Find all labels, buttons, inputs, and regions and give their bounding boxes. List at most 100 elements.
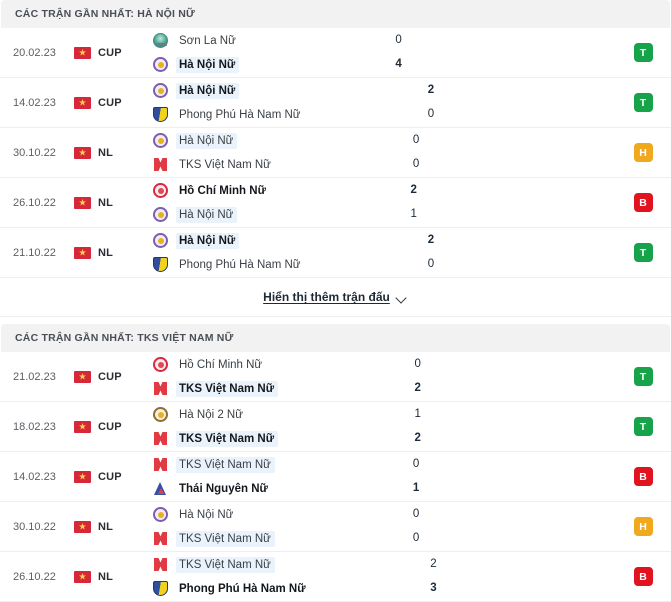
table-row[interactable]: 21.02.23 ★ CUP Hồ Chí Minh Nữ TKS Việt Nam N…: [0, 352, 671, 402]
row-spacer: [520, 452, 615, 501]
team-line-home[interactable]: Hà Nội Nữ: [153, 82, 385, 99]
team-line-away[interactable]: TKS Việt Nam Nữ: [153, 156, 370, 173]
team-line-away[interactable]: TKS Việt Nam Nữ: [153, 530, 370, 547]
team-name-away[interactable]: Hà Nội Nữ: [176, 206, 238, 223]
competition-cell: ★ CUP: [74, 78, 146, 127]
scores-cell: 23: [387, 552, 537, 601]
team-name-away[interactable]: TKS Việt Nam Nữ: [176, 380, 279, 397]
team-line-away[interactable]: Phong Phú Hà Nam Nữ: [153, 256, 385, 273]
table-row[interactable]: 30.10.22 ★ NL Hà Nội Nữ TKS Việt Nam Nữ 0 0 H: [0, 502, 671, 552]
teams-cell: Hà Nội 2 Nữ TKS Việt Nam Nữ: [146, 402, 372, 451]
competition-cell: ★ CUP: [74, 28, 146, 77]
table-row[interactable]: 26.10.22 ★ NL TKS Việt Nam Nữ Phong Phú Hà N…: [0, 552, 671, 602]
vietnam-flag-icon: ★: [74, 146, 91, 159]
team-name-away[interactable]: Phong Phú Hà Nam Nữ: [176, 107, 304, 123]
team-name-away[interactable]: Thái Nguyên Nữ: [176, 481, 272, 497]
row-spacer: [522, 352, 615, 401]
home-score: 2: [430, 558, 437, 570]
result-cell: T: [615, 352, 671, 401]
competition-cell: ★ NL: [74, 502, 146, 551]
result-cell: T: [615, 402, 671, 451]
team-name-home[interactable]: Hồ Chí Minh Nữ: [176, 357, 266, 373]
table-row[interactable]: 30.10.22 ★ NL Hà Nội Nữ TKS Việt Nam Nữ 0 0 H: [0, 128, 671, 178]
away-score: 1: [410, 208, 417, 220]
match-date: 14.02.23: [13, 96, 56, 109]
team-line-away[interactable]: Thái Nguyên Nữ: [153, 480, 370, 497]
team-name-away[interactable]: Phong Phú Hà Nam Nữ: [176, 257, 304, 273]
team-line-home[interactable]: Hà Nội 2 Nữ: [153, 406, 372, 423]
team-name-away[interactable]: Phong Phú Hà Nam Nữ: [176, 581, 310, 597]
team-name-home[interactable]: Hà Nội Nữ: [176, 132, 238, 149]
table-row[interactable]: 26.10.22 ★ NL Hồ Chí Minh Nữ Hà Nội Nữ 2 1 B: [0, 178, 671, 228]
team-name-away[interactable]: TKS Việt Nam Nữ: [176, 430, 279, 447]
status-badge: T: [633, 243, 653, 262]
status-badge: T: [633, 367, 653, 386]
team-name-home[interactable]: Hồ Chí Minh Nữ: [176, 183, 270, 199]
team-line-away[interactable]: Phong Phú Hà Nam Nữ: [153, 106, 385, 123]
table-row[interactable]: 20.02.23 ★ CUP Sơn La Nữ Hà Nội Nữ 0 4 T: [0, 28, 671, 78]
row-spacer: [502, 28, 615, 77]
show-more-row: Hiển thị thêm trận đấu: [0, 278, 671, 317]
competition-cell: ★ NL: [74, 552, 146, 601]
team-line-away[interactable]: TKS Việt Nam Nữ: [153, 430, 372, 447]
matches-section-0: CÁC TRẬN GẦN NHẤT: HÀ NỘI NỮ 20.02.23 ★ CUP…: [0, 0, 671, 324]
team-line-home[interactable]: TKS Việt Nam Nữ: [153, 456, 370, 473]
tks-crest-icon: [153, 531, 168, 546]
sonla-crest-icon: [153, 33, 168, 48]
hcm-crest-icon: [153, 183, 168, 198]
table-row[interactable]: 21.10.22 ★ NL Hà Nội Nữ Phong Phú Hà Nam Nữ 2…: [0, 228, 671, 278]
status-badge: T: [633, 417, 653, 436]
home-score: 0: [412, 134, 420, 146]
team-name-home[interactable]: TKS Việt Nam Nữ: [176, 556, 275, 573]
scores-cell: 21: [367, 178, 517, 227]
hanoi-crest-icon: [153, 57, 168, 72]
status-badge: T: [633, 43, 653, 62]
result-cell: T: [615, 78, 671, 127]
team-line-home[interactable]: Sơn La Nữ: [153, 32, 352, 49]
team-name-home[interactable]: Hà Nội Nữ: [176, 507, 237, 523]
row-spacer: [535, 228, 615, 277]
status-badge: B: [633, 193, 653, 212]
team-name-away[interactable]: Hà Nội Nữ: [176, 56, 240, 73]
vietnam-flag-icon: ★: [74, 96, 91, 109]
vietnam-flag-icon: ★: [74, 520, 91, 533]
away-score: 2: [414, 382, 421, 394]
team-line-home[interactable]: Hà Nội Nữ: [153, 132, 370, 149]
match-date: 26.10.22: [13, 570, 56, 583]
result-cell: T: [615, 228, 671, 277]
team-line-home[interactable]: TKS Việt Nam Nữ: [153, 556, 387, 573]
table-row[interactable]: 14.02.23 ★ CUP TKS Việt Nam Nữ Thái Nguyên N…: [0, 452, 671, 502]
match-date: 30.10.22: [13, 520, 56, 533]
team-line-home[interactable]: Hà Nội Nữ: [153, 506, 370, 523]
vietnam-flag-icon: ★: [74, 420, 91, 433]
team-line-away[interactable]: Hà Nội Nữ: [153, 56, 352, 73]
team-line-home[interactable]: Hà Nội Nữ: [153, 232, 385, 249]
team-name-home[interactable]: Hà Nội Nữ: [176, 232, 240, 249]
team-name-home[interactable]: Hà Nội 2 Nữ: [176, 407, 247, 423]
show-more-matches-link[interactable]: Hiển thị thêm trận đấu: [263, 290, 408, 304]
away-score: 0: [412, 532, 420, 544]
thainguyen-crest-icon: [153, 481, 168, 496]
table-row[interactable]: 18.02.23 ★ CUP Hà Nội 2 Nữ TKS Việt Nam Nữ 1 2…: [0, 402, 671, 452]
team-line-home[interactable]: Hồ Chí Minh Nữ: [153, 356, 372, 373]
team-line-home[interactable]: Hồ Chí Minh Nữ: [153, 182, 367, 199]
hanoi-crest-icon: [153, 83, 168, 98]
team-name-away[interactable]: TKS Việt Nam Nữ: [176, 530, 275, 547]
team-name-home[interactable]: Sơn La Nữ: [176, 33, 240, 49]
tks-crest-icon: [153, 457, 168, 472]
competition-cell: ★ NL: [74, 228, 146, 277]
row-spacer: [517, 178, 615, 227]
competition-label: CUP: [98, 420, 122, 433]
team-name-away[interactable]: TKS Việt Nam Nữ: [176, 157, 275, 173]
team-line-away[interactable]: Phong Phú Hà Nam Nữ: [153, 580, 387, 597]
away-score: 0: [427, 108, 435, 120]
scores-cell: 02: [372, 352, 522, 401]
result-cell: B: [615, 178, 671, 227]
home-score: 0: [414, 358, 421, 370]
table-row[interactable]: 14.02.23 ★ CUP Hà Nội Nữ Phong Phú Hà Nam Nữ…: [0, 78, 671, 128]
tks-crest-icon: [153, 381, 168, 396]
team-name-home[interactable]: Hà Nội Nữ: [176, 82, 240, 99]
team-name-home[interactable]: TKS Việt Nam Nữ: [176, 456, 275, 473]
team-line-away[interactable]: TKS Việt Nam Nữ: [153, 380, 372, 397]
team-line-away[interactable]: Hà Nội Nữ: [153, 206, 367, 223]
